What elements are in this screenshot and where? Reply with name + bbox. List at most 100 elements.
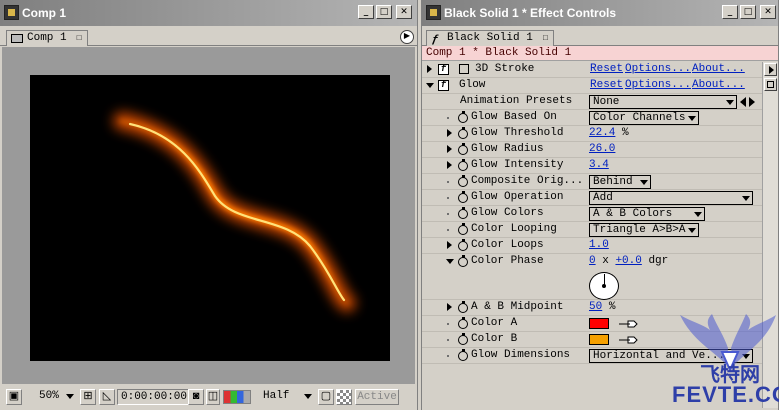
stopwatch-icon[interactable] (458, 175, 468, 187)
param-label: Glow Intensity (471, 159, 564, 171)
region-of-interest-icon[interactable]: ▢ (318, 389, 334, 405)
watermark-en-text: FEVTE.COM (672, 382, 779, 407)
resolution-dropdown[interactable]: Half (260, 389, 314, 405)
expand-triangle-icon[interactable] (427, 65, 432, 73)
glow-colors-dropdown[interactable]: A & B Colors (589, 207, 705, 221)
stopwatch-icon[interactable] (458, 333, 468, 345)
tab-black-solid-1[interactable]: ƒ Black Solid 1 □ (426, 30, 554, 46)
stopwatch-icon[interactable] (458, 301, 468, 313)
stopwatch-icon[interactable] (458, 159, 468, 171)
animation-presets-row: Animation Presets None (422, 94, 762, 110)
current-time-display[interactable]: 0:00:00:00 (117, 389, 192, 405)
tab-close-icon[interactable]: □ (77, 32, 82, 46)
expand-triangle-icon[interactable] (447, 241, 452, 249)
comp-window: Comp 1 _ □ ✕ Comp 1 □ ▶ ▣ 50% ⊞ ◺ 0:00:0… (0, 0, 418, 410)
color-phase-dial[interactable] (589, 272, 619, 300)
stopwatch-icon[interactable] (458, 207, 468, 219)
color-loops-value[interactable]: 1.0 (589, 239, 609, 251)
mask-shape-icon[interactable]: ◺ (99, 389, 115, 405)
stopwatch-icon[interactable] (458, 255, 468, 267)
animation-presets-dropdown[interactable]: None (589, 95, 737, 109)
eyedropper-icon[interactable] (618, 319, 638, 329)
effects-titlebar[interactable]: Black Solid 1 * Effect Controls _ □ ✕ (422, 0, 778, 26)
color-a-swatch[interactable] (589, 318, 609, 329)
stopwatch-icon[interactable] (458, 317, 468, 329)
scroll-right-arrow-icon[interactable] (764, 63, 777, 76)
effects-window-title: Black Solid 1 * Effect Controls (444, 6, 617, 20)
expand-triangle-icon[interactable] (447, 129, 452, 137)
glow-threshold-value[interactable]: 22.4 % (589, 127, 629, 139)
expand-triangle-icon[interactable] (447, 145, 452, 153)
prev-preset-icon[interactable] (740, 97, 746, 107)
eyedropper-icon[interactable] (618, 335, 638, 345)
stopwatch-icon[interactable] (458, 127, 468, 139)
snapshot-camera-icon[interactable]: ◙ (188, 389, 204, 405)
scroll-options-icon[interactable] (764, 78, 777, 91)
close-button[interactable]: ✕ (760, 5, 776, 19)
comp-window-title: Comp 1 (22, 6, 67, 20)
panel-menu-button[interactable]: ▶ (400, 30, 414, 44)
bullet-icon (447, 323, 449, 325)
stopwatch-icon[interactable] (458, 143, 468, 155)
composite-original-dropdown[interactable]: Behind (589, 175, 651, 189)
glow-intensity-value[interactable]: 3.4 (589, 159, 609, 171)
bullet-icon (447, 117, 449, 119)
tab-comp-1[interactable]: Comp 1 □ (6, 30, 88, 46)
tab-close-icon[interactable]: □ (543, 32, 548, 46)
expand-triangle-icon[interactable] (447, 161, 452, 169)
stopwatch-icon[interactable] (458, 191, 468, 203)
bullet-icon (447, 339, 449, 341)
stopwatch-icon[interactable] (458, 239, 468, 251)
safe-zones-icon[interactable]: ⊞ (80, 389, 96, 405)
show-snapshot-icon[interactable]: ◫ (206, 389, 220, 405)
transparency-grid-icon[interactable] (336, 389, 352, 405)
zoom-dropdown[interactable]: 50% (36, 389, 76, 405)
dial-needle-icon (604, 274, 605, 286)
color-b-swatch[interactable] (589, 334, 609, 345)
comp-titlebar[interactable]: Comp 1 _ □ ✕ (0, 0, 417, 26)
always-preview-button[interactable]: ▣ (6, 389, 22, 405)
about-link[interactable]: About... (692, 63, 745, 75)
tab-label: Comp 1 (27, 32, 67, 44)
composition-canvas[interactable] (30, 75, 390, 361)
effect-row-glow[interactable]: f Glow Reset Options... About... (422, 78, 762, 94)
maximize-button[interactable]: □ (376, 5, 392, 19)
expand-triangle-icon[interactable] (447, 303, 452, 311)
param-label: Color Phase (471, 255, 544, 267)
effect-toggle-icon[interactable]: f (438, 80, 449, 91)
next-preset-icon[interactable] (749, 97, 755, 107)
param-row-glow-intensity: Glow Intensity 3.4 (422, 158, 762, 174)
collapse-triangle-icon[interactable] (426, 83, 434, 88)
ab-midpoint-value[interactable]: 50 % (589, 301, 615, 313)
composition-viewer[interactable] (2, 47, 415, 384)
glow-based-on-dropdown[interactable]: Color Channels (589, 111, 699, 125)
param-label: Glow Operation (471, 191, 564, 203)
stopwatch-icon[interactable] (458, 111, 468, 123)
glow-radius-value[interactable]: 26.0 (589, 143, 615, 155)
param-row-glow-colors: Glow Colors A & B Colors (422, 206, 762, 222)
glow-operation-dropdown[interactable]: Add (589, 191, 753, 205)
bullet-icon (447, 355, 449, 357)
color-phase-value[interactable]: 0 x +0.0 dgr (589, 255, 668, 267)
effect-toggle-icon[interactable]: f (438, 64, 449, 75)
stopwatch-icon[interactable] (458, 223, 468, 235)
param-label: Glow Based On (471, 111, 557, 123)
close-button[interactable]: ✕ (396, 5, 412, 19)
reset-link[interactable]: Reset (590, 79, 623, 91)
active-camera-dropdown[interactable]: Active (355, 389, 399, 405)
collapse-triangle-icon[interactable] (446, 259, 454, 264)
options-link[interactable]: Options... (625, 63, 691, 75)
param-label: Color Looping (471, 223, 557, 235)
about-link[interactable]: About... (692, 79, 745, 91)
color-looping-dropdown[interactable]: Triangle A>B>A (589, 223, 699, 237)
param-label: A & B Midpoint (471, 301, 564, 313)
minimize-button[interactable]: _ (722, 5, 738, 19)
bullet-icon (447, 181, 449, 183)
effect-row-3d-stroke[interactable]: f 3D Stroke Reset Options... About... (422, 62, 762, 78)
maximize-button[interactable]: □ (740, 5, 756, 19)
minimize-button[interactable]: _ (358, 5, 374, 19)
stopwatch-icon[interactable] (458, 349, 468, 361)
options-link[interactable]: Options... (625, 79, 691, 91)
reset-link[interactable]: Reset (590, 63, 623, 75)
channel-colors-icon[interactable] (223, 390, 251, 404)
